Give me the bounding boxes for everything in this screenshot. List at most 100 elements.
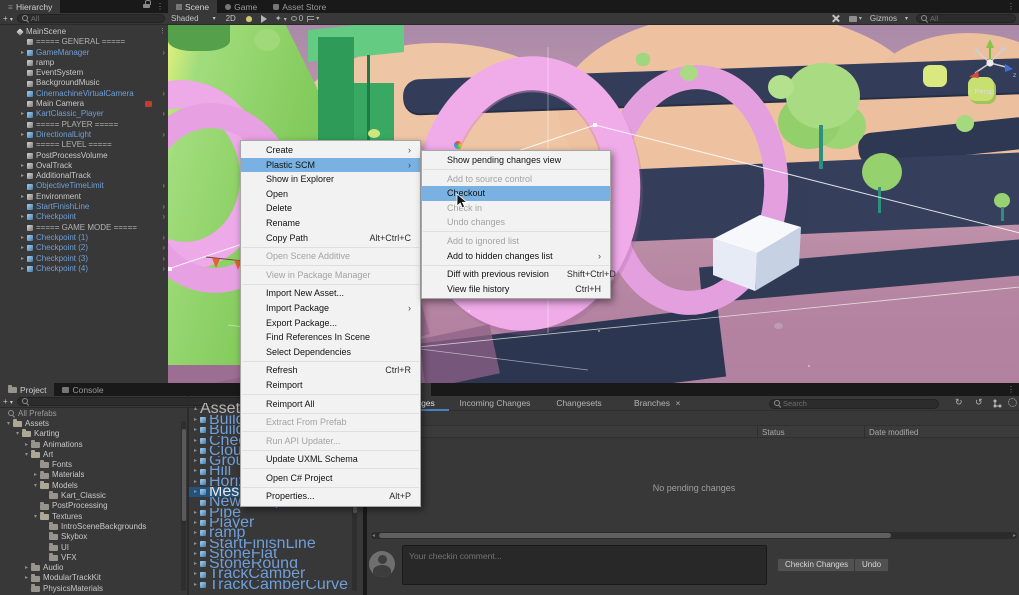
hierarchy-row[interactable]: StartFinishLine› <box>0 202 168 212</box>
hierarchy-row[interactable]: ===== GENERAL ===== <box>0 37 168 47</box>
menu-item-open[interactable]: Open <box>241 187 420 202</box>
hierarchy-row[interactable]: ▸Checkpoint (1)› <box>0 233 168 243</box>
project-file-row[interactable]: ▸ramp <box>189 528 363 538</box>
scene-search[interactable] <box>916 14 1016 23</box>
hierarchy-row[interactable]: MainScene⋮ <box>0 27 168 37</box>
project-folder-row[interactable]: PostProcessing <box>0 501 181 511</box>
expand-toggle[interactable]: ▸ <box>191 559 200 569</box>
tab-project[interactable]: Project <box>0 383 54 396</box>
expand-toggle[interactable]: ▸ <box>191 549 200 559</box>
prefab-open-arrow[interactable]: › <box>162 254 165 264</box>
hierarchy-row[interactable]: ===== GAME MODE ===== <box>0 223 168 233</box>
undo-button[interactable]: Undo <box>854 558 889 572</box>
project-create-dropdown[interactable]: + ▾ <box>3 397 13 406</box>
scene-audio-toggle-icon[interactable] <box>261 15 271 23</box>
panel-options-icon[interactable]: ⋮ <box>152 0 168 13</box>
project-folder-row[interactable]: IntroSceneBackgrounds <box>0 522 181 532</box>
hierarchy-row[interactable]: EventSystem <box>0 68 168 78</box>
menu-item-find-references-in-scene[interactable]: Find References In Scene <box>241 330 420 345</box>
gear-icon[interactable] <box>1008 398 1017 407</box>
submenu-item-view-file-history[interactable]: View file historyCtrl+H <box>422 282 610 297</box>
hierarchy-row[interactable]: ▸Checkpoint (2)› <box>0 243 168 253</box>
project-file-row[interactable]: ▸StartFinishLine <box>189 539 363 549</box>
hierarchy-row[interactable]: ▸KartClassic_Player› <box>0 109 168 119</box>
tab-hierarchy[interactable]: ≡ Hierarchy <box>0 0 60 13</box>
expand-toggle[interactable]: ▸ <box>18 192 27 202</box>
scene-search-input[interactable] <box>930 14 1011 23</box>
hierarchy-row[interactable]: ▸AdditionalTrack <box>0 171 168 181</box>
scrollbar-thumb[interactable] <box>379 533 891 538</box>
project-folder-row[interactable]: ▾Assets <box>0 419 181 429</box>
submenu-item-diff-with-previous-revision[interactable]: Diff with previous revisionShift+Ctrl+D <box>422 267 610 282</box>
expand-toggle[interactable]: ▸ <box>18 212 27 222</box>
expand-toggle[interactable]: ▾ <box>22 450 31 460</box>
hierarchy-row[interactable]: ObjectiveTimeLimit› <box>0 181 168 191</box>
expand-toggle[interactable]: ▸ <box>31 470 40 480</box>
hierarchy-row[interactable]: ▸Checkpoint› <box>0 212 168 222</box>
tab-scene[interactable]: Scene <box>168 0 217 13</box>
column-divider[interactable] <box>864 426 865 439</box>
expand-toggle[interactable]: ▸ <box>191 425 200 435</box>
collapse-icon[interactable]: ▴ <box>191 403 200 415</box>
project-folder-row[interactable]: ▸Audio <box>0 563 181 573</box>
expand-toggle[interactable]: ▸ <box>18 161 27 171</box>
expand-toggle[interactable]: ▸ <box>191 528 200 538</box>
menu-item-delete[interactable]: Delete <box>241 201 420 216</box>
menu-item-select-dependencies[interactable]: Select Dependencies <box>241 345 420 360</box>
lock-icon[interactable] <box>143 0 150 8</box>
hierarchy-row[interactable]: ▸GameManager› <box>0 48 168 58</box>
tab-game[interactable]: Game <box>217 0 265 13</box>
project-folder-row[interactable]: ▾Models <box>0 481 181 491</box>
expand-toggle[interactable]: ▸ <box>18 264 27 274</box>
expand-toggle[interactable]: ▸ <box>191 508 200 518</box>
hierarchy-row[interactable]: ▸Checkpoint (3)› <box>0 254 168 264</box>
hierarchy-row[interactable]: Main Camera <box>0 99 168 109</box>
scene-lighting-toggle-icon[interactable] <box>246 16 252 22</box>
project-folder-row[interactable]: ▸Materials <box>0 470 181 480</box>
prefab-open-arrow[interactable]: › <box>162 48 165 58</box>
scene-visibility-toggle[interactable]: 0 <box>291 14 303 23</box>
hierarchy-row[interactable]: ▸Environment <box>0 192 168 202</box>
prefab-open-arrow[interactable]: › <box>162 212 165 222</box>
project-file-row[interactable]: ▸Player <box>189 518 363 528</box>
horizontal-scrollbar[interactable]: ◂ ▸ <box>371 532 1017 539</box>
menu-item-create[interactable]: Create› <box>241 143 420 158</box>
hierarchy-search-input[interactable] <box>31 14 160 23</box>
prefab-open-arrow[interactable]: › <box>162 130 165 140</box>
checkin-comment-box[interactable] <box>402 545 767 585</box>
expand-toggle[interactable]: ▸ <box>191 569 200 579</box>
orientation-gizmo[interactable]: y z <box>958 33 1019 91</box>
effects-dropdown[interactable]: ✦ ▾ <box>275 14 287 23</box>
expand-toggle[interactable]: ▸ <box>191 487 200 497</box>
hierarchy-row[interactable]: ===== PLAYER ===== <box>0 120 168 130</box>
column-date-modified[interactable]: Date modified <box>869 428 918 437</box>
expand-toggle[interactable]: ▸ <box>191 477 200 487</box>
perspective-label[interactable]: < Persp <box>968 87 994 96</box>
menu-item-reimport[interactable]: Reimport <box>241 378 420 393</box>
expand-toggle[interactable]: ▾ <box>31 481 40 491</box>
project-folder-row[interactable]: Fonts <box>0 460 181 470</box>
menu-item-update-uxml-schema[interactable]: Update UXML Schema <box>241 452 420 467</box>
expand-toggle[interactable]: ▸ <box>22 563 31 573</box>
plastic-search-input[interactable] <box>783 399 934 408</box>
menu-item-import-package[interactable]: Import Package› <box>241 301 420 316</box>
submenu-item-show-pending-changes-view[interactable]: Show pending changes view <box>422 153 610 168</box>
refresh-icon[interactable]: ↻ <box>955 397 963 408</box>
expand-toggle[interactable]: ▸ <box>191 415 200 425</box>
folder-tree-scrollbar[interactable] <box>181 421 186 591</box>
hierarchy-row[interactable]: ramp <box>0 58 168 68</box>
expand-toggle[interactable]: ▾ <box>31 512 40 522</box>
expand-toggle[interactable]: ▸ <box>18 130 27 140</box>
expand-toggle[interactable]: ▸ <box>18 171 27 181</box>
hierarchy-row[interactable]: ▸OvalTrack <box>0 161 168 171</box>
scroll-left-arrow[interactable]: ◂ <box>372 533 375 539</box>
column-divider[interactable] <box>757 426 758 439</box>
branch-explorer-icon[interactable] <box>993 399 1002 408</box>
close-tab-button[interactable]: × <box>671 396 685 411</box>
project-folder-row[interactable]: ▾Art <box>0 450 181 460</box>
prefab-open-arrow[interactable]: › <box>162 181 165 191</box>
expand-toggle[interactable]: ▸ <box>191 580 200 590</box>
checkin-comment-input[interactable] <box>403 547 766 565</box>
scene-options-icon[interactable]: ⋮ <box>159 27 166 37</box>
project-file-row[interactable]: ▸StoneRound <box>189 559 363 569</box>
